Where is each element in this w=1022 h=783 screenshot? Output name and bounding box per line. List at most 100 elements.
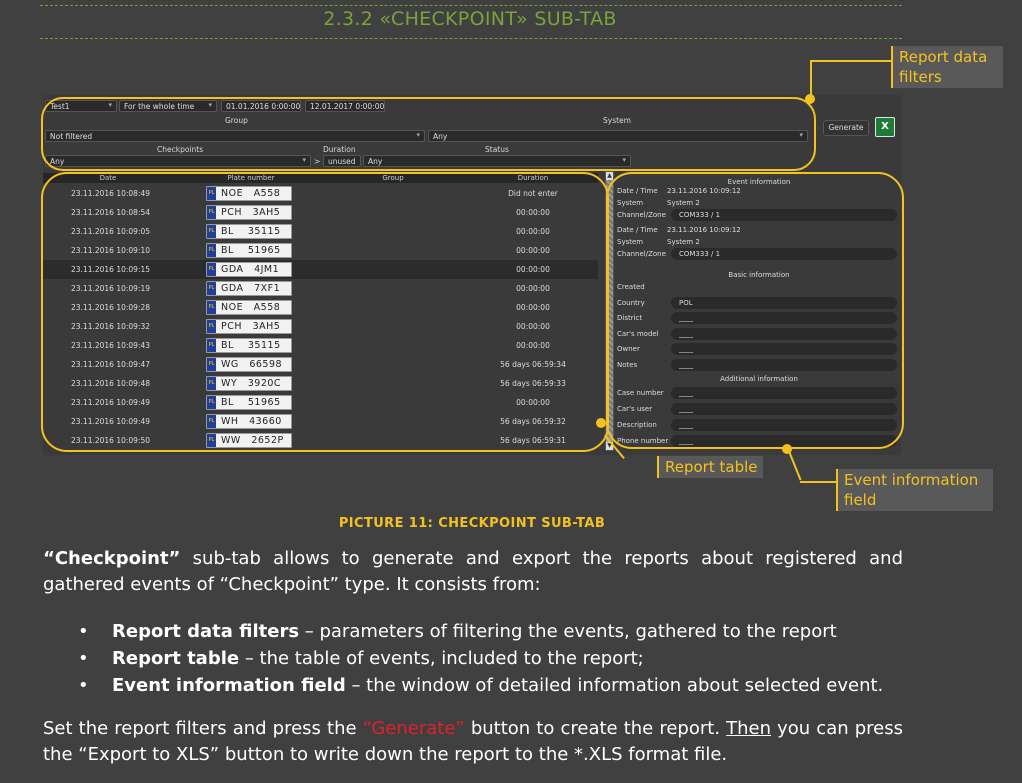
info-value[interactable]: COM333 / 1 <box>671 248 897 260</box>
info-value[interactable]: ____ <box>671 312 897 324</box>
plate-number: WY 3920C <box>221 378 282 389</box>
table-row[interactable]: 23.11.2016 10:09:15 PL GDA 4JM1 00:00:00 <box>43 260 598 279</box>
scroll-up-icon[interactable]: ▲ <box>606 172 613 180</box>
export-xls-icon[interactable]: X <box>875 117 895 137</box>
plate-image: PL NOE A558 <box>206 186 292 201</box>
table-row[interactable]: 23.11.2016 10:09:48 PL WY 3920C 56 days 06:… <box>43 374 598 393</box>
info-value[interactable]: ____ <box>671 358 897 371</box>
eu-flag-icon: PL <box>207 377 216 390</box>
plate-number: BL 51965 <box>221 397 281 408</box>
list-term: Event information field <box>112 675 346 696</box>
info-value[interactable]: ____ <box>671 343 897 355</box>
row-duration: Did not enter <box>508 189 558 198</box>
instr-generate: “Generate” <box>362 718 465 739</box>
period-select[interactable]: For the whole time ▾ <box>119 100 217 112</box>
list-text: – parameters of filtering the events, ga… <box>299 621 837 642</box>
col-duration[interactable]: Duration <box>483 173 583 183</box>
eu-flag-icon: PL <box>207 434 216 447</box>
chevron-down-icon: ▾ <box>302 156 306 164</box>
row-duration: 56 days 06:59:32 <box>500 417 566 426</box>
table-row[interactable]: 23.11.2016 10:08:49 PL NOE A558 Did not ent… <box>43 184 598 203</box>
figure-caption: PICTURE 11: CHECKPOINT SUB-TAB <box>338 516 606 531</box>
system-select[interactable]: Any ▾ <box>428 130 808 142</box>
plate-number: BL 51965 <box>221 245 281 256</box>
col-date[interactable]: Date <box>43 173 173 183</box>
group-select[interactable]: Not filtered ▾ <box>45 130 425 142</box>
instructions-paragraph: Set the report filters and press the “Ge… <box>43 716 903 768</box>
eu-flag-icon: PL <box>207 358 216 371</box>
row-date: 23.11.2016 10:09:19 <box>71 284 151 293</box>
heading-rule-top <box>40 5 902 6</box>
row-date: 23.11.2016 10:08:54 <box>71 208 151 217</box>
date-from-field[interactable]: 01.01.2016 0:00:00 <box>221 100 301 112</box>
row-duration: 56 days 06:59:33 <box>500 379 566 388</box>
event-leader-h <box>800 481 836 483</box>
report-name-select[interactable]: Test1 ▾ <box>45 100 117 112</box>
col-group[interactable]: Group <box>303 173 483 183</box>
plate-number: NOE A558 <box>221 302 281 313</box>
plate-image: PL WH 43660 <box>206 414 292 429</box>
eu-flag-icon: PL <box>207 320 216 333</box>
plate-number: WH 43660 <box>221 416 282 427</box>
info-key: Owner <box>617 345 640 353</box>
info-key: Date / Time <box>617 226 658 234</box>
callout-event: Event information field <box>836 469 993 511</box>
info-key: Date / Time <box>617 187 658 195</box>
info-value[interactable]: ____ <box>671 327 897 340</box>
info-key: District <box>617 314 643 322</box>
row-duration: 56 days 06:59:34 <box>500 360 566 369</box>
table-row[interactable]: 23.11.2016 10:09:19 PL GDA 7XF1 00:00:00 <box>43 279 598 298</box>
row-duration: 00:00:00 <box>516 303 550 312</box>
component-list: Report data filters – parameters of filt… <box>78 618 908 699</box>
col-plate[interactable]: Plate number <box>206 173 296 183</box>
list-item: Report table – the table of events, incl… <box>78 645 908 672</box>
instr-b: button to create the report. <box>464 718 727 739</box>
plate-image: PL PCH 3AH5 <box>206 319 292 334</box>
row-date: 23.11.2016 10:09:43 <box>71 341 151 350</box>
table-row[interactable]: 23.11.2016 10:09:47 PL WG 66598 56 days 06:… <box>43 355 598 374</box>
info-key: Case number <box>617 389 664 397</box>
info-value[interactable]: POL <box>671 296 897 309</box>
table-row[interactable]: 23.11.2016 10:09:32 PL PCH 3AH5 00:00:00 <box>43 317 598 336</box>
info-key: Country <box>617 298 645 307</box>
checkpoints-select[interactable]: Any ▾ <box>45 155 311 167</box>
chevron-down-icon: ▾ <box>108 101 112 109</box>
duration-field[interactable]: unused <box>323 155 361 167</box>
row-date: 23.11.2016 10:09:10 <box>71 246 151 255</box>
table-row[interactable]: 23.11.2016 10:09:28 PL NOE A558 00:00:00 <box>43 298 598 317</box>
info-value[interactable]: ____ <box>671 419 897 431</box>
table-scrollbar[interactable]: ▲ ▼ <box>605 171 614 451</box>
eu-flag-icon: PL <box>207 206 216 219</box>
info-key: System <box>617 238 644 246</box>
table-row[interactable]: 23.11.2016 10:09:49 PL WH 43660 56 days 06:… <box>43 412 598 431</box>
row-duration: 00:00:00 <box>516 246 550 255</box>
table-row[interactable]: 23.11.2016 10:09:05 PL BL 35115 00:00:00 <box>43 222 598 241</box>
info-value[interactable]: COM333 / 1 <box>671 209 897 221</box>
group-label: Group <box>225 116 248 125</box>
table-row[interactable]: 23.11.2016 10:09:50 PL WW 2652P 56 days 06:… <box>43 431 598 450</box>
row-duration: 00:00:00 <box>516 284 550 293</box>
generate-button[interactable]: Generate <box>823 120 869 136</box>
date-to-field[interactable]: 12.01.2017 0:00:00 <box>305 100 385 112</box>
report-table-body: 23.11.2016 10:08:49 PL NOE A558 Did not ent… <box>43 184 598 452</box>
basic-info-title: Basic information <box>728 271 790 279</box>
plate-image: PL WW 2652P <box>206 433 292 448</box>
status-select[interactable]: Any ▾ <box>363 155 631 167</box>
plate-number: GDA 4JM1 <box>221 264 280 275</box>
table-row[interactable]: 23.11.2016 10:08:54 PL PCH 3AH5 00:00:00 <box>43 203 598 222</box>
plate-image: PL WY 3920C <box>206 376 292 391</box>
table-row[interactable]: 23.11.2016 10:09:10 PL BL 51965 00:00:00 <box>43 241 598 260</box>
chevron-down-icon: ▾ <box>208 101 212 109</box>
table-row[interactable]: 23.11.2016 10:09:49 PL BL 51965 00:00:00 <box>43 393 598 412</box>
table-row[interactable]: 23.11.2016 10:09:43 PL BL 35115 00:00:00 <box>43 336 598 355</box>
intro-paragraph: “Checkpoint” sub-tab allows to generate … <box>43 546 903 598</box>
row-date: 23.11.2016 10:09:48 <box>71 379 151 388</box>
info-key: Channel/Zone <box>617 250 666 258</box>
info-value: 23.11.2016 10:09:12 <box>667 187 741 195</box>
plate-image: PL BL 35115 <box>206 338 292 353</box>
row-duration: 56 days 06:59:31 <box>500 436 566 445</box>
filters-leader-h <box>810 60 892 62</box>
info-value[interactable]: ____ <box>671 387 897 399</box>
info-value[interactable]: ____ <box>671 403 897 415</box>
eu-flag-icon: PL <box>207 225 216 238</box>
